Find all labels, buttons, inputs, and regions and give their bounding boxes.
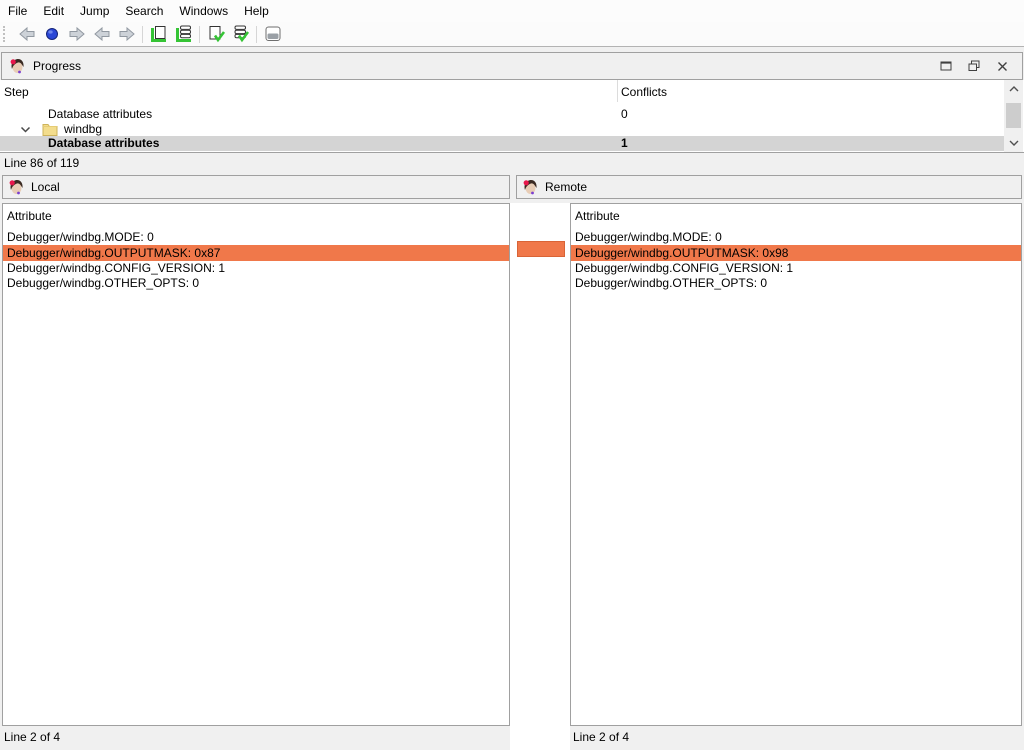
validate-database-icon[interactable] (228, 23, 253, 45)
remote-attributes-panel: Attribute Debugger/windbg.MODE: 0 Debugg… (570, 203, 1022, 726)
back-arrow-icon[interactable] (14, 23, 39, 45)
folder-icon (42, 122, 58, 136)
local-attributes-panel: Attribute Debugger/windbg.MODE: 0 Debugg… (2, 203, 510, 726)
menu-edit[interactable]: Edit (35, 1, 72, 21)
conflict-marker[interactable] (517, 241, 565, 257)
ida-app-icon (8, 179, 24, 195)
toolbar-separator (256, 26, 257, 43)
forward-arrow-icon[interactable] (64, 23, 89, 45)
jump-back-arrow-icon[interactable] (89, 23, 114, 45)
table-row-selected[interactable]: Database attributes 1 (0, 136, 1004, 151)
step-cell: Database attributes (48, 136, 159, 151)
table-status-line: Line 86 of 119 (4, 153, 79, 174)
stop-dot-icon[interactable] (39, 23, 64, 45)
menu-search[interactable]: Search (117, 1, 171, 21)
local-attribute-list: Debugger/windbg.MODE: 0 Debugger/windbg.… (3, 230, 509, 291)
menu-windows[interactable]: Windows (171, 1, 236, 21)
remote-attribute-list: Debugger/windbg.MODE: 0 Debugger/windbg.… (571, 230, 1021, 291)
window-controls (932, 55, 1016, 77)
merge-steps-table: Step Conflicts Database attributes 0 win… (0, 80, 1024, 153)
menu-bar: File Edit Jump Search Windows Help (0, 0, 1024, 22)
attribute-row[interactable]: Debugger/windbg.MODE: 0 (571, 230, 1021, 245)
table-row[interactable]: windbg (0, 122, 1004, 137)
remote-panel-title: Remote (545, 180, 587, 194)
menu-file[interactable]: File (0, 1, 35, 21)
load-file-icon[interactable] (146, 23, 171, 45)
local-panel-title: Local (31, 180, 60, 194)
remote-titlebar: Remote (516, 175, 1022, 199)
table-row[interactable]: Database attributes 0 (0, 107, 1004, 122)
column-separator (617, 80, 618, 102)
ida-app-icon (522, 179, 538, 195)
menu-help[interactable]: Help (236, 1, 277, 21)
step-cell: windbg (64, 122, 102, 137)
scroll-down-icon[interactable] (1004, 136, 1023, 150)
toolbar-separator (142, 26, 143, 43)
validate-file-icon[interactable] (203, 23, 228, 45)
toolbar (0, 22, 1024, 47)
attribute-row[interactable]: Debugger/windbg.OTHER_OPTS: 0 (571, 276, 1021, 291)
attribute-row[interactable]: Debugger/windbg.MODE: 0 (3, 230, 509, 245)
conflicts-cell: 1 (621, 136, 628, 151)
table-scrollbar[interactable] (1004, 80, 1023, 152)
remote-status-line: Line 2 of 4 (573, 726, 629, 750)
scrollbar-thumb[interactable] (1006, 103, 1021, 128)
attribute-row-selected[interactable]: Debugger/windbg.OUTPUTMASK: 0x98 (571, 245, 1021, 261)
diff-gutter (510, 203, 570, 750)
menu-jump[interactable]: Jump (72, 1, 117, 21)
jump-forward-arrow-icon[interactable] (114, 23, 139, 45)
scroll-up-icon[interactable] (1004, 82, 1023, 96)
display-window-icon[interactable] (260, 23, 285, 45)
attribute-row[interactable]: Debugger/windbg.OTHER_OPTS: 0 (3, 276, 509, 291)
ida-merge-window: File Edit Jump Search Windows Help (0, 0, 1024, 750)
close-icon[interactable] (988, 55, 1016, 77)
toolbar-separator (199, 26, 200, 43)
local-titlebar: Local (2, 175, 510, 199)
step-cell: Database attributes (48, 107, 152, 122)
attribute-row-selected[interactable]: Debugger/windbg.OUTPUTMASK: 0x87 (3, 245, 509, 261)
load-database-icon[interactable] (171, 23, 196, 45)
column-header-conflicts[interactable]: Conflicts (621, 85, 667, 99)
conflicts-cell: 0 (621, 107, 628, 122)
attribute-row[interactable]: Debugger/windbg.CONFIG_VERSION: 1 (571, 261, 1021, 276)
column-header-attribute[interactable]: Attribute (575, 209, 620, 223)
progress-titlebar: Progress (1, 52, 1023, 80)
column-header-step[interactable]: Step (4, 85, 29, 99)
column-header-attribute[interactable]: Attribute (7, 209, 52, 223)
attribute-row[interactable]: Debugger/windbg.CONFIG_VERSION: 1 (3, 261, 509, 276)
local-status-line: Line 2 of 4 (4, 726, 60, 750)
maximize-icon[interactable] (932, 55, 960, 77)
progress-window-title: Progress (33, 59, 81, 73)
toolbar-drag-handle[interactable] (3, 26, 8, 42)
restore-icon[interactable] (960, 55, 988, 77)
ida-app-icon (9, 58, 25, 74)
chevron-down-icon[interactable] (20, 126, 31, 133)
